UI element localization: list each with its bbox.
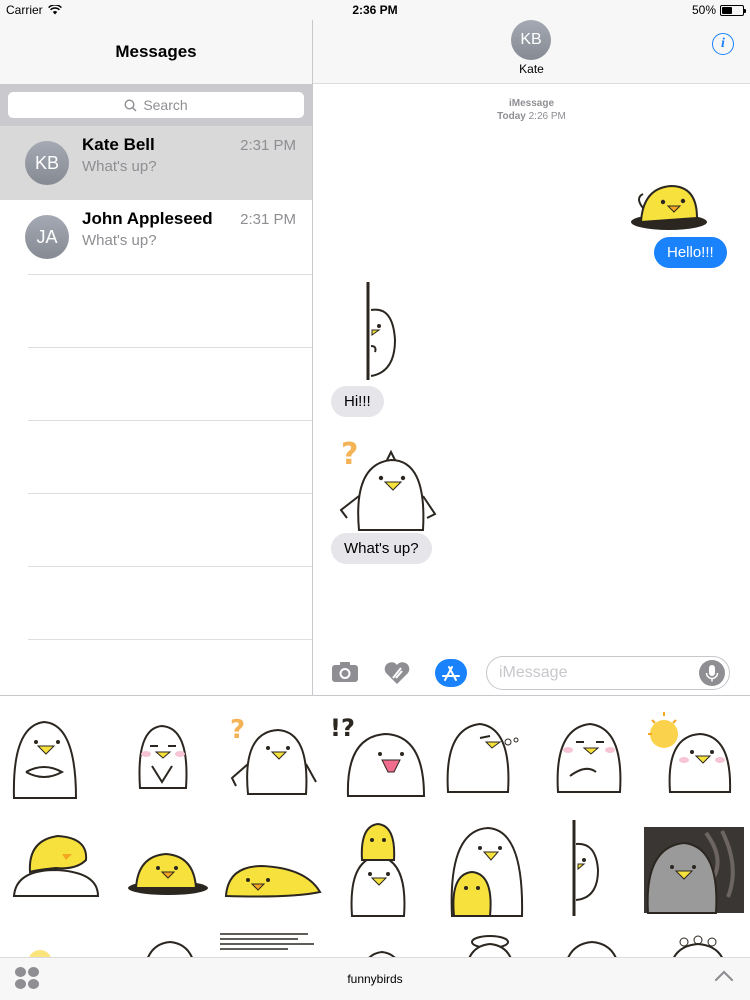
contact-name: Kate Bell xyxy=(82,135,155,154)
timestamp-day: Today xyxy=(497,111,526,122)
empty-row xyxy=(28,567,312,640)
sticker-bird-in-hole[interactable] xyxy=(625,178,711,234)
sticker-bird-sigh[interactable] xyxy=(436,706,536,806)
conversation-time: 2:31 PM xyxy=(240,137,296,154)
conversation-item-kate-bell[interactable]: KB Kate Bell What's up? 2:31 PM xyxy=(0,126,312,200)
sticker-bird-halo[interactable] xyxy=(442,932,542,957)
camera-icon[interactable] xyxy=(331,660,359,684)
sticker-bird-stack[interactable] xyxy=(330,820,430,920)
sticker-bird-hugging[interactable] xyxy=(4,706,104,806)
sticker-bird-gray-dark[interactable] xyxy=(644,820,744,920)
chevron-up-icon[interactable] xyxy=(714,969,734,983)
sticker-bird-surprised[interactable]: !? xyxy=(328,706,428,806)
battery-percent: 50% xyxy=(691,3,716,17)
empty-row xyxy=(28,494,312,567)
sticker-bird-top[interactable] xyxy=(124,936,224,957)
contact-avatar[interactable]: KB xyxy=(511,20,551,60)
message-preview: What's up? xyxy=(82,158,157,175)
sticker-bird-in-hole[interactable] xyxy=(118,826,218,926)
message-field[interactable] xyxy=(486,656,730,690)
service-label: iMessage xyxy=(508,98,555,109)
microphone-icon xyxy=(705,665,719,682)
sticker-bird-peeking[interactable] xyxy=(357,280,403,384)
sticker-bird-idea[interactable] xyxy=(644,706,744,806)
sticker-bird-flowers[interactable] xyxy=(650,932,750,957)
app-store-icon[interactable] xyxy=(435,659,467,687)
sticker-bird-lying[interactable] xyxy=(222,826,322,926)
svg-text:!?: !? xyxy=(330,714,355,742)
empty-row xyxy=(28,275,312,348)
chat-transcript: iMessage Today 2:26 PM Hello!!! Hi!!! ? xyxy=(313,84,750,654)
info-button[interactable]: i xyxy=(712,33,734,55)
app-drawer-bar: funnybirds xyxy=(0,957,750,1000)
sticker-sparkle[interactable] xyxy=(10,936,110,957)
sidebar-header: Messages xyxy=(0,20,312,84)
status-bar: Carrier 2:36 PM 50% xyxy=(0,0,750,20)
conversation-list-pane: Messages Search KB Kate Bell What's up? … xyxy=(0,20,313,695)
info-icon: i xyxy=(721,36,725,51)
message-input-bar xyxy=(313,654,750,695)
timestamp-time: 2:26 PM xyxy=(528,111,566,122)
app-name-label: funnybirds xyxy=(347,972,403,986)
search-container: Search xyxy=(0,84,312,126)
messages-app: Carrier 2:36 PM 50% Messages Search KB K… xyxy=(0,0,750,1000)
empty-row xyxy=(28,348,312,421)
sticker-bird-speed-lines[interactable] xyxy=(218,932,318,957)
clock: 2:36 PM xyxy=(352,3,398,17)
sticker-bird-with-chick[interactable] xyxy=(440,820,540,920)
svg-text:?: ? xyxy=(230,715,245,745)
search-placeholder: Search xyxy=(143,97,188,113)
message-bubble-incoming[interactable]: What's up? xyxy=(331,533,432,564)
sticker-bird-top[interactable] xyxy=(332,936,432,957)
dictation-button[interactable] xyxy=(699,660,725,686)
battery-icon xyxy=(720,4,746,16)
search-icon xyxy=(124,98,137,112)
sticker-bird-peeking[interactable] xyxy=(548,820,648,920)
conversation-item-john-appleseed[interactable]: JA John Appleseed What's up? 2:31 PM xyxy=(0,200,312,274)
sticker-bird-sleeping-pile[interactable] xyxy=(6,820,106,920)
message-input[interactable] xyxy=(499,664,679,682)
digital-touch-icon[interactable] xyxy=(383,660,411,686)
contact-name: John Appleseed xyxy=(82,209,213,228)
chat-header: KB Kate i xyxy=(313,20,750,84)
empty-row xyxy=(28,421,312,494)
sticker-bird-confused[interactable]: ? xyxy=(222,706,322,806)
sticker-bird-thinking[interactable] xyxy=(546,706,646,806)
message-preview: What's up? xyxy=(82,232,157,249)
sticker-bird-sad[interactable] xyxy=(112,706,212,806)
sticker-drawer: ? !? xyxy=(0,695,750,957)
conversation-time: 2:31 PM xyxy=(240,211,296,228)
avatar: KB xyxy=(25,141,69,185)
contact-name[interactable]: Kate xyxy=(313,62,750,76)
avatar: JA xyxy=(25,215,69,259)
message-bubble-outgoing[interactable]: Hello!!! xyxy=(654,237,727,268)
search-input[interactable]: Search xyxy=(8,92,304,118)
sticker-bird-confused[interactable]: ? xyxy=(331,434,443,534)
svg-text:?: ? xyxy=(341,437,358,472)
chat-timestamp: iMessage Today 2:26 PM xyxy=(313,97,750,123)
message-bubble-incoming[interactable]: Hi!!! xyxy=(331,386,384,417)
sidebar-title: Messages xyxy=(115,42,197,61)
sticker-bird-top[interactable] xyxy=(548,936,648,957)
